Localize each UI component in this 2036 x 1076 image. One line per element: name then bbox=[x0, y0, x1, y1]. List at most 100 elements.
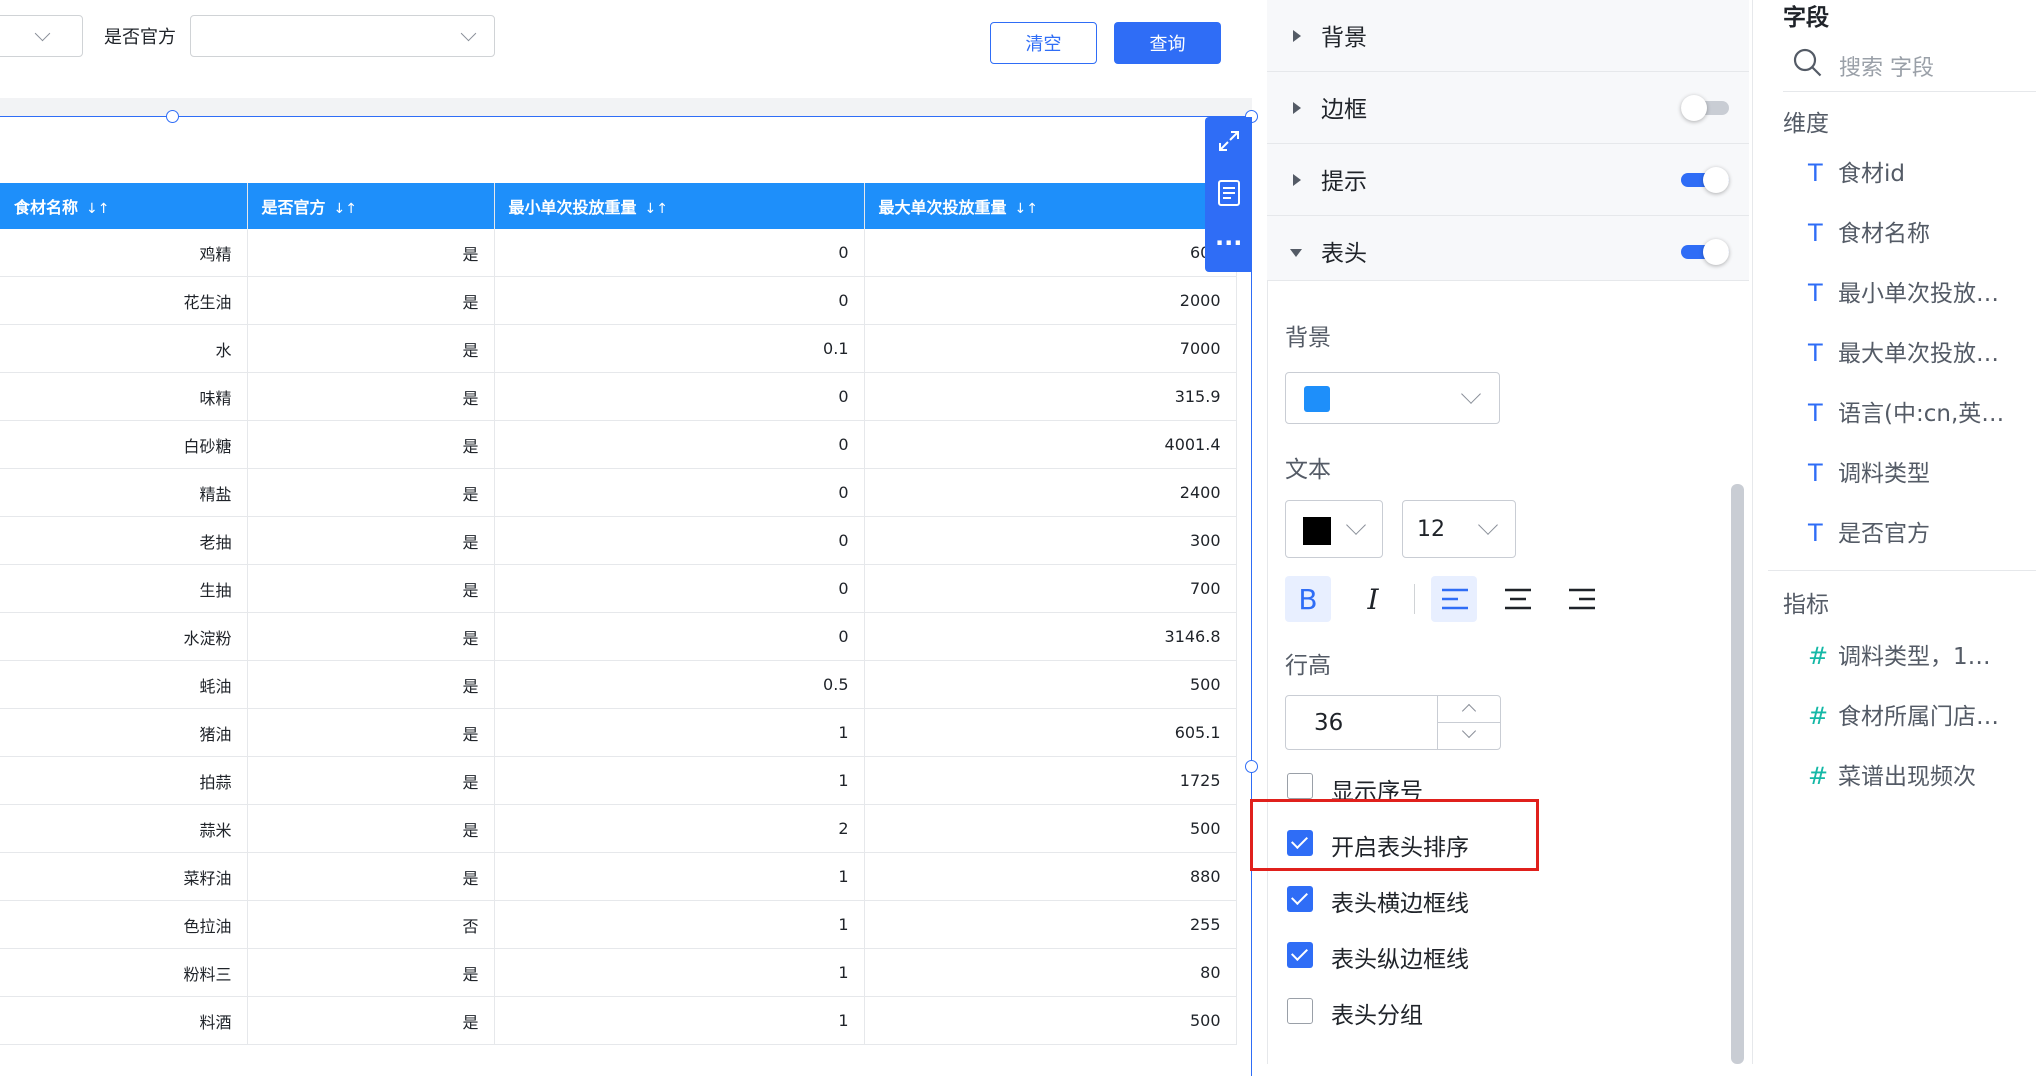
table-row: 拍蒜是 1 1725 bbox=[0, 756, 1237, 805]
panel-scrollbar[interactable] bbox=[1731, 484, 1744, 1064]
table-cell: 是 bbox=[247, 564, 495, 613]
filter-select-left[interactable] bbox=[0, 15, 83, 57]
header-toggle[interactable] bbox=[1681, 239, 1729, 265]
table-cell: 是 bbox=[247, 804, 495, 853]
table-cell: 1 bbox=[494, 900, 865, 949]
table-cell: 0 bbox=[494, 564, 865, 613]
sort-icon[interactable]: ↓↑ bbox=[86, 201, 109, 217]
table-cell: 1 bbox=[494, 756, 865, 805]
resize-handle-right[interactable] bbox=[1245, 760, 1258, 773]
table-cell: 菜籽油 bbox=[0, 852, 248, 901]
toolbar-divider bbox=[1414, 584, 1415, 614]
table-cell: 0 bbox=[494, 516, 865, 565]
more-icon[interactable]: ··· bbox=[1215, 229, 1242, 257]
sort-icon[interactable]: ↓↑ bbox=[334, 201, 357, 217]
dimension-field-item[interactable]: T 语言(中:cn,英… bbox=[1808, 394, 2004, 428]
align-right-button[interactable] bbox=[1559, 576, 1605, 622]
table-cell: 否 bbox=[247, 900, 495, 949]
resize-handle-top[interactable] bbox=[166, 110, 179, 123]
search-icon bbox=[1793, 48, 1822, 77]
header-horizontal-border-label: 表头横边框线 bbox=[1331, 891, 1469, 917]
metric-field-item[interactable]: # 调料类型，1… bbox=[1808, 637, 1991, 671]
column-header[interactable]: 是否官方 ↓↑ bbox=[247, 183, 495, 229]
chevron-up-icon[interactable] bbox=[1461, 703, 1477, 719]
align-left-icon bbox=[1442, 588, 1468, 610]
table-cell: 4001.4 bbox=[864, 420, 1237, 469]
caret-down-icon bbox=[1290, 249, 1302, 257]
table-cell: 255 bbox=[864, 900, 1237, 949]
section-border[interactable]: 边框 bbox=[1267, 72, 1749, 144]
tooltip-toggle[interactable] bbox=[1681, 167, 1729, 193]
clear-button[interactable]: 清空 bbox=[990, 22, 1097, 64]
italic-button[interactable]: I bbox=[1350, 576, 1396, 622]
section-tooltip[interactable]: 提示 bbox=[1267, 144, 1749, 216]
font-size-select[interactable]: 12 bbox=[1402, 500, 1516, 558]
field-search-placeholder: 搜索 字段 bbox=[1839, 56, 1934, 81]
dimension-field-item[interactable]: T 是否官方 bbox=[1808, 514, 1930, 548]
column-header[interactable]: 食材名称 ↓↑ bbox=[0, 183, 248, 229]
dimension-label: 维度 bbox=[1783, 111, 1829, 137]
table-cell: 白砂糖 bbox=[0, 420, 248, 469]
line-height-value[interactable]: 36 bbox=[1314, 710, 1343, 736]
table-row: 色拉油否 1 255 bbox=[0, 900, 1237, 949]
table-cell: 0 bbox=[494, 276, 865, 325]
text-type-icon: T bbox=[1808, 459, 1823, 487]
dimension-field-item[interactable]: T 调料类型 bbox=[1808, 454, 1930, 488]
chevron-down-icon bbox=[460, 25, 477, 42]
align-center-button[interactable] bbox=[1495, 576, 1541, 622]
chevron-down-icon[interactable] bbox=[1461, 723, 1477, 739]
table-cell: 是 bbox=[247, 324, 495, 373]
table-cell: 80 bbox=[864, 948, 1237, 997]
table-row: 菜籽油是 1 880 bbox=[0, 852, 1237, 901]
header-horizontal-border-checkbox[interactable] bbox=[1287, 886, 1313, 912]
number-type-icon: # bbox=[1808, 702, 1829, 730]
align-left-button[interactable] bbox=[1431, 576, 1477, 622]
document-icon[interactable] bbox=[1217, 179, 1241, 207]
query-button[interactable]: 查询 bbox=[1114, 22, 1221, 64]
chevron-down-icon bbox=[1346, 515, 1366, 535]
metric-label: 指标 bbox=[1783, 592, 1829, 618]
dimension-field-item[interactable]: T 食材名称 bbox=[1808, 214, 1930, 248]
text-color-picker[interactable] bbox=[1285, 500, 1383, 558]
table-cell: 是 bbox=[247, 660, 495, 709]
dimension-field-item[interactable]: T 食材id bbox=[1808, 154, 1905, 188]
field-search[interactable]: 搜索 字段 bbox=[1783, 38, 2036, 92]
metric-field-item[interactable]: # 食材所属门店… bbox=[1808, 697, 1999, 731]
header-vertical-border-checkbox[interactable] bbox=[1287, 942, 1313, 968]
section-background[interactable]: 背景 bbox=[1267, 0, 1749, 72]
table-cell: 是 bbox=[247, 420, 495, 469]
highlight-box bbox=[1250, 799, 1539, 871]
table-row: 花生油是 0 2000 bbox=[0, 276, 1237, 325]
dimension-field-item[interactable]: T 最大单次投放… bbox=[1808, 334, 1999, 368]
show-index-checkbox[interactable] bbox=[1287, 773, 1313, 799]
table-row: 料酒是 1 500 bbox=[0, 996, 1237, 1045]
table-cell: 1 bbox=[494, 852, 865, 901]
section-header[interactable]: 表头 bbox=[1267, 216, 1749, 281]
widget-toolbar: ··· bbox=[1205, 117, 1252, 272]
sort-icon[interactable]: ↓↑ bbox=[1015, 201, 1038, 217]
table-cell: 老抽 bbox=[0, 516, 248, 565]
filter-official-select[interactable] bbox=[190, 15, 495, 57]
bold-button[interactable]: B bbox=[1285, 576, 1331, 622]
line-height-stepper[interactable]: 36 bbox=[1285, 695, 1501, 750]
table-cell: 700 bbox=[864, 564, 1237, 613]
table-cell: 是 bbox=[247, 516, 495, 565]
table-cell: 0.1 bbox=[494, 324, 865, 373]
header-bg-color-picker[interactable] bbox=[1285, 372, 1500, 424]
sort-icon[interactable]: ↓↑ bbox=[645, 201, 668, 217]
dimension-field-item[interactable]: T 最小单次投放… bbox=[1808, 274, 1999, 308]
fields-title: 字段 bbox=[1783, 5, 1829, 31]
column-header[interactable]: 最小单次投放重量 ↓↑ bbox=[494, 183, 865, 229]
expand-icon[interactable] bbox=[1217, 129, 1241, 153]
table-cell: 料酒 bbox=[0, 996, 248, 1045]
metric-field-item[interactable]: # 菜谱出现频次 bbox=[1808, 757, 1976, 791]
border-toggle[interactable] bbox=[1681, 95, 1729, 121]
header-vertical-border-label: 表头纵边框线 bbox=[1331, 947, 1469, 973]
header-group-checkbox[interactable] bbox=[1287, 998, 1313, 1024]
table-row: 生抽是 0 700 bbox=[0, 564, 1237, 613]
fields-divider bbox=[1768, 570, 2036, 571]
column-header[interactable]: 最大单次投放重量 ↓↑ bbox=[864, 183, 1237, 229]
table-row: 蒜米是 2 500 bbox=[0, 804, 1237, 853]
table-cell: 0 bbox=[494, 612, 865, 661]
table-cell: 是 bbox=[247, 996, 495, 1045]
